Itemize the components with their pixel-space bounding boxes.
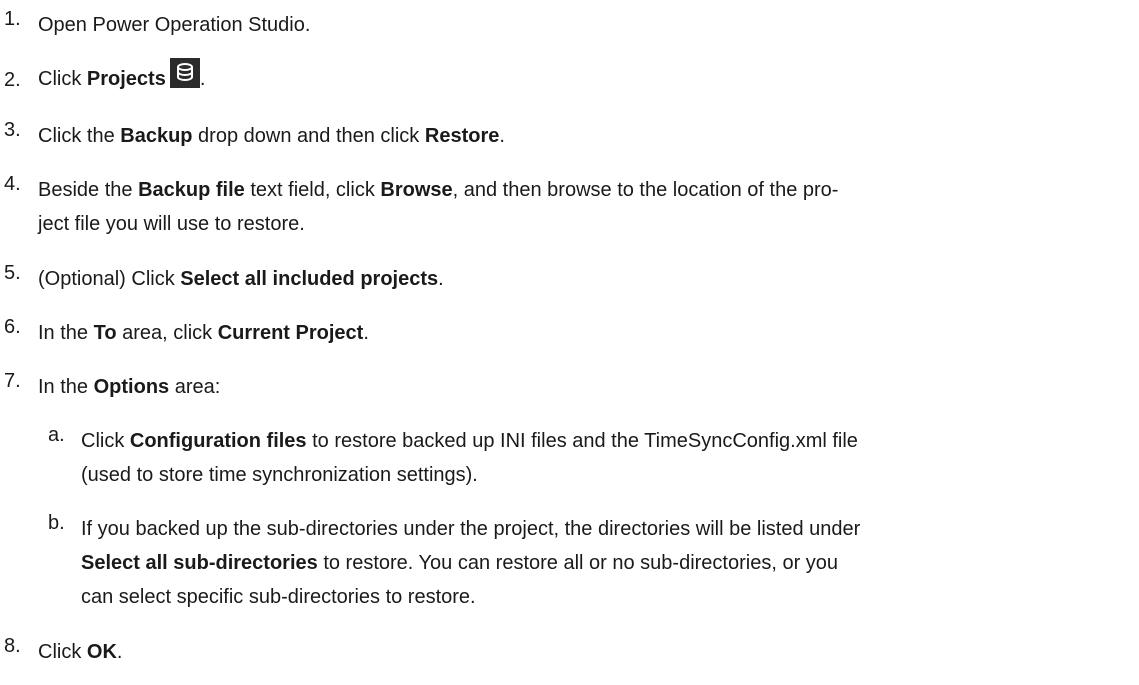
step-text-part: to restore backed up INI files and the T…: [306, 430, 858, 452]
step-text-part: drop down and then click: [192, 125, 425, 147]
step-text-part: Click: [38, 68, 87, 90]
step-text: Open Power Operation Studio.: [38, 8, 1108, 42]
step-text: Click the Backup drop down and then clic…: [38, 119, 1108, 153]
ui-term: Options: [93, 376, 170, 398]
substep-text: If you backed up the sub-directories und…: [81, 512, 1121, 614]
step-text-part: , and then browse to the location of the…: [452, 179, 839, 201]
step-text: Click OK.: [38, 635, 1108, 669]
step-number: 1.: [4, 8, 21, 30]
step-text-part: Open Power Operation Studio.: [38, 14, 311, 36]
ui-term: OK: [86, 641, 117, 663]
ui-term: Configuration files: [129, 430, 307, 452]
step-number: 4.: [4, 173, 21, 195]
step-text: In the To area, click Current Project.: [38, 316, 1108, 350]
step-text-part: Click: [38, 641, 87, 663]
step-text-part: (used to store time synchronization sett…: [81, 464, 478, 486]
step-number: 5.: [4, 262, 21, 284]
step-text-part: .: [499, 125, 505, 147]
step-text-part: Click the: [38, 125, 121, 147]
step-text-part: Beside the: [38, 179, 139, 201]
ui-term: Browse: [380, 179, 453, 201]
step-text-part: area:: [169, 376, 221, 398]
ui-term: Restore: [424, 125, 500, 147]
step-text-part: text field, click: [244, 179, 381, 201]
ui-term: Backup file: [138, 179, 245, 201]
step-number: 7.: [4, 370, 21, 392]
step-number: 3.: [4, 119, 21, 141]
substep-text: Click Configuration files to restore bac…: [81, 424, 1121, 492]
step-text-part: .: [199, 68, 206, 90]
step-text-part: .: [116, 641, 123, 663]
ui-term: Select all sub-directories: [81, 552, 318, 574]
step-text-part: If you backed up the sub-directories und…: [81, 518, 861, 540]
step-text-part: .: [438, 268, 444, 290]
step-text-part: (Optional) Click: [38, 268, 181, 290]
step-number: 2.: [4, 69, 21, 91]
step-number: 6.: [4, 316, 21, 338]
step-number: 8.: [4, 635, 21, 657]
step-text-part: .: [363, 322, 369, 344]
ui-term: Backup: [120, 125, 193, 147]
ui-term: Projects: [86, 68, 166, 90]
step-text-part: In the: [38, 376, 94, 398]
step-text-part: to restore. You can restore all or no su…: [317, 552, 839, 574]
substep-letter: b.: [48, 512, 65, 534]
ui-term: To: [93, 322, 117, 344]
ui-term: Current Project: [217, 322, 364, 344]
step-text: (Optional) Click Select all included pro…: [38, 262, 1108, 296]
step-text: Beside the Backup file text field, click…: [38, 173, 1108, 241]
ui-term: Select all included projects: [180, 268, 439, 290]
step-text-part: In the: [38, 322, 94, 344]
step-text: In the Options area:: [38, 370, 1108, 404]
step-text: Click Projects.: [38, 57, 1108, 101]
step-text-part: Click: [81, 430, 130, 452]
database-icon: [169, 58, 200, 88]
step-text-part: area, click: [116, 322, 218, 344]
substep-letter: a.: [48, 424, 65, 446]
step-text-part: ject file you will use to restore.: [38, 213, 305, 235]
step-text-part: can select specific sub-directories to r…: [81, 586, 476, 608]
